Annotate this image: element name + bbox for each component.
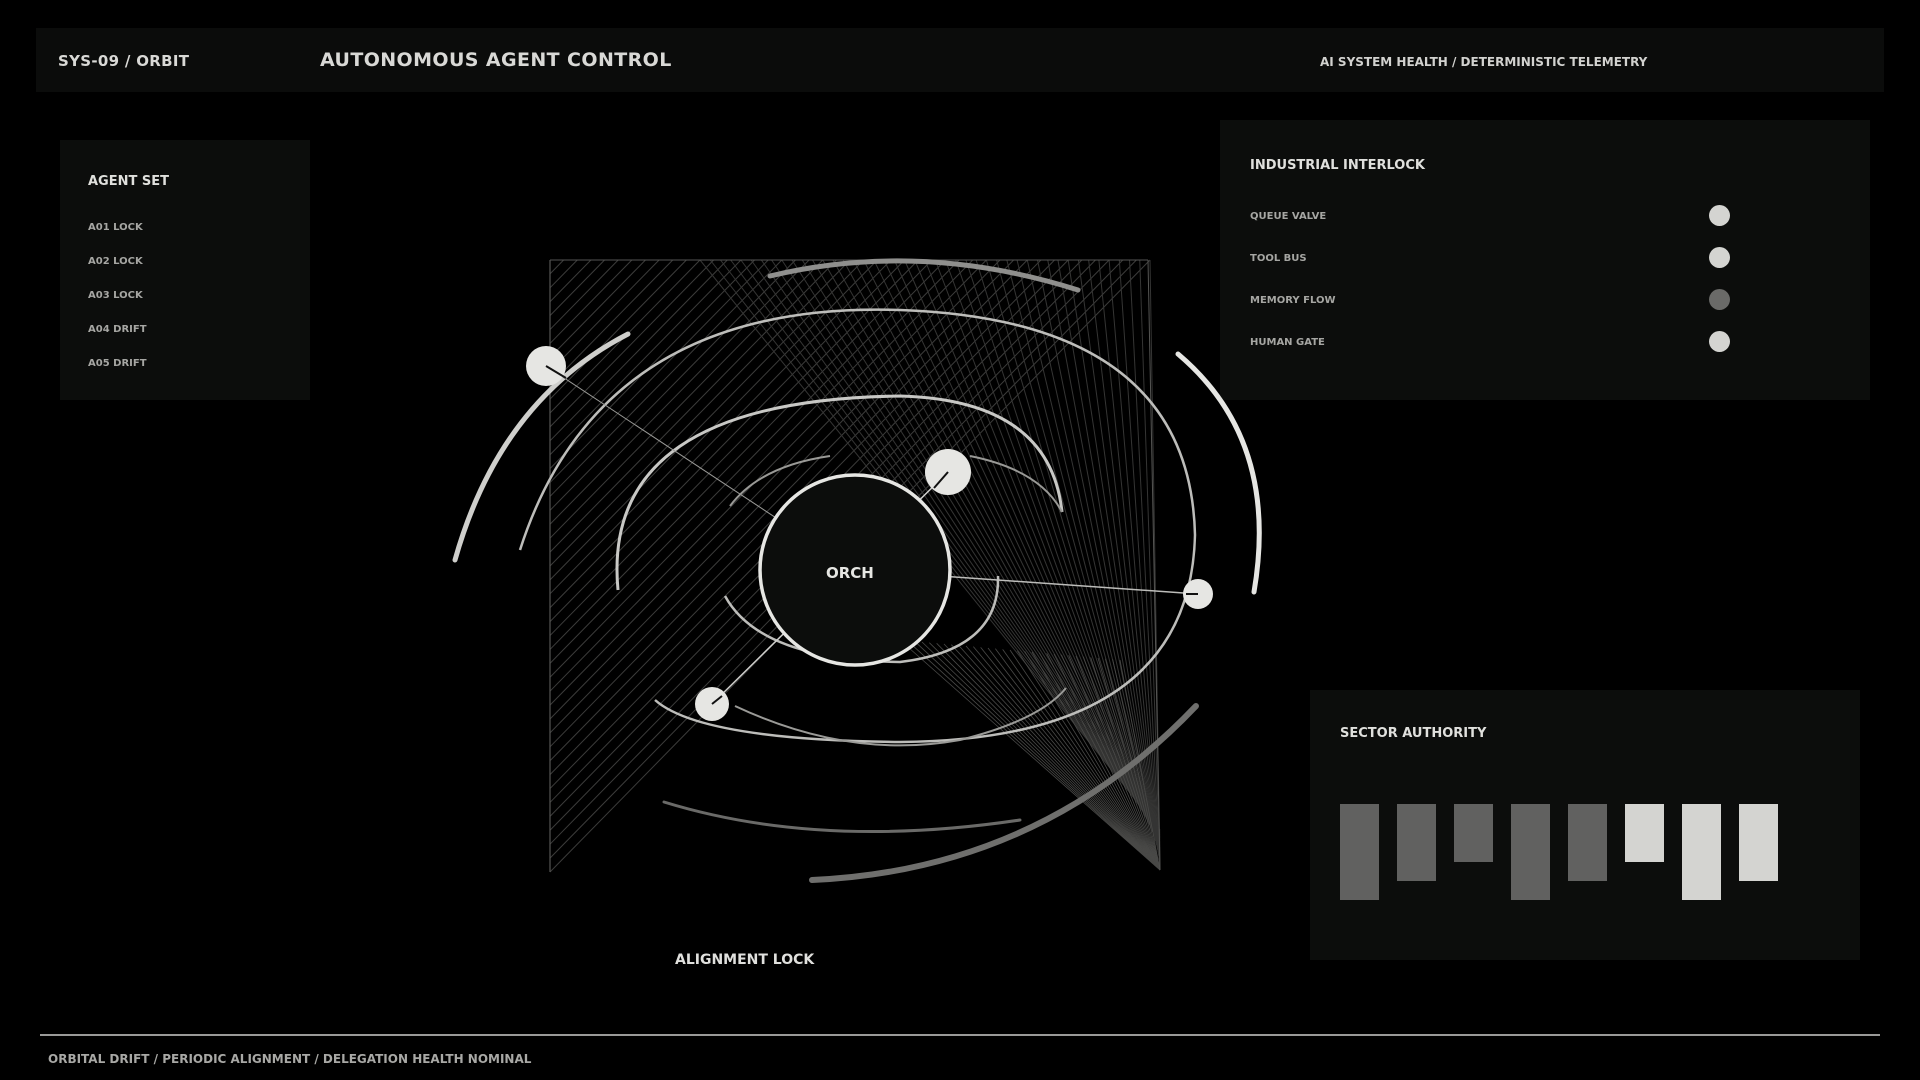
footer-divider bbox=[40, 1034, 1880, 1036]
outer-arc-lower-left bbox=[662, 800, 1022, 834]
outer-arc-right bbox=[1175, 351, 1262, 595]
orchestrator-label: ORCH bbox=[826, 564, 874, 582]
alignment-lock-label: ALIGNMENT LOCK bbox=[675, 952, 815, 968]
page: SYS-09 / ORBIT AUTONOMOUS AGENT CONTROL … bbox=[0, 0, 1920, 1080]
footer-status: ORBITAL DRIFT / PERIODIC ALIGNMENT / DEL… bbox=[48, 1052, 532, 1066]
outer-arc-top bbox=[767, 258, 1081, 293]
orbital-visualization: ORCH bbox=[452, 258, 1262, 883]
